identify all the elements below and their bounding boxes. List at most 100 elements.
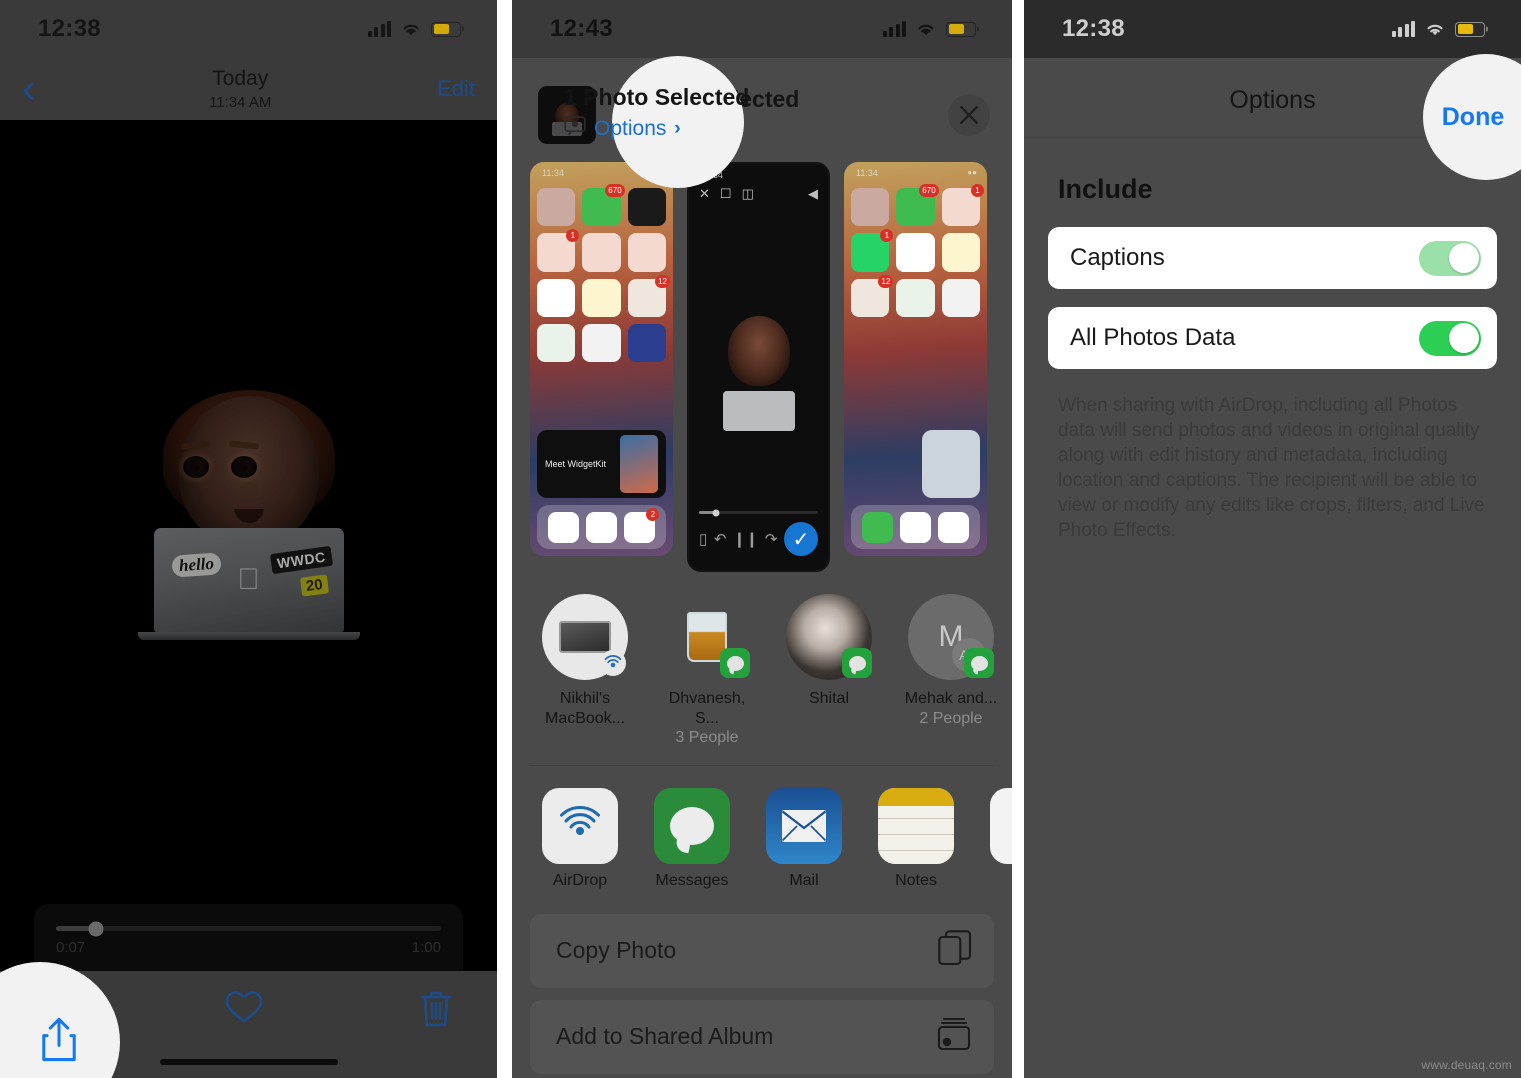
badge: 1 bbox=[566, 229, 580, 243]
music-icon bbox=[547, 511, 579, 543]
pip-icon: ☐ bbox=[719, 186, 732, 201]
app-icon bbox=[627, 188, 666, 227]
pause-icon: ❙❙ bbox=[733, 531, 759, 548]
watermark: www.deuaq.com bbox=[1421, 1058, 1512, 1072]
app-icon: 12 bbox=[627, 274, 670, 317]
app-icon bbox=[582, 278, 621, 317]
copy-icon bbox=[938, 930, 972, 971]
share-sheet: 1 Photo Selected Options › 11:3 bbox=[512, 64, 1012, 1078]
battery-icon bbox=[1455, 21, 1485, 37]
whatsapp-icon: 1 bbox=[851, 229, 894, 272]
thumb-status-icons: ●● bbox=[967, 168, 977, 177]
close-button[interactable] bbox=[948, 94, 990, 136]
badge: 670 bbox=[919, 184, 939, 197]
spotlight-title: 1 Photo Selected bbox=[564, 84, 750, 110]
widget-card: Meet WidgetKit bbox=[537, 430, 666, 498]
back-button[interactable]: ‹ bbox=[14, 69, 43, 109]
photo-thumbnail-row[interactable]: 11:34 ●● 670 1 12 bbox=[512, 162, 1012, 572]
row-all-photos-data[interactable]: All Photos Data bbox=[1048, 307, 1497, 369]
app-label: Rem bbox=[986, 872, 1012, 890]
options-link-highlighted[interactable]: Options bbox=[594, 117, 666, 141]
signal-bars-icon bbox=[882, 21, 906, 37]
selected-check-icon[interactable]: ✓ bbox=[784, 522, 818, 556]
live-photo-badge-icon bbox=[564, 116, 586, 141]
contact-name: Dhvanesh, S... bbox=[668, 690, 746, 727]
app-row[interactable]: AirDrop Messages Mail Notes bbox=[512, 766, 1012, 900]
app-item-messages[interactable]: Messages bbox=[650, 787, 734, 890]
contact-name: Mehak and... bbox=[904, 690, 998, 707]
video-laptop bbox=[722, 391, 795, 432]
app-icon bbox=[537, 323, 576, 363]
contact-item[interactable]: Dhvanesh, S... 3 People bbox=[658, 594, 756, 749]
app-icon bbox=[582, 323, 621, 363]
airdrop-icon bbox=[542, 787, 618, 864]
badge: 2 bbox=[646, 507, 660, 521]
share-icon[interactable] bbox=[38, 1015, 80, 1070]
video-progress bbox=[699, 509, 818, 516]
app-icon bbox=[582, 233, 621, 272]
status-icons bbox=[882, 21, 976, 37]
contact-item[interactable]: Nikhil's MacBook... bbox=[536, 594, 634, 749]
badge: 670 bbox=[605, 184, 625, 197]
notes-icon bbox=[878, 787, 954, 864]
page-title: Options bbox=[1229, 86, 1316, 114]
panel-share-sheet: 12:43 Today 1 Photo Selected bbox=[512, 0, 1012, 1078]
chrome-icon bbox=[585, 511, 617, 543]
app-item-notes[interactable]: Notes bbox=[874, 787, 958, 890]
signal-bars-icon bbox=[1391, 21, 1415, 37]
action-list[interactable]: Copy Photo Add to Shared Album bbox=[512, 900, 1012, 1074]
messages-badge-icon bbox=[842, 648, 872, 678]
captions-toggle[interactable] bbox=[1419, 240, 1481, 276]
app-item-reminders[interactable]: Rem bbox=[986, 787, 1012, 890]
contact-name: Nikhil's MacBook... bbox=[544, 690, 626, 727]
split-icon: ◫ bbox=[741, 186, 754, 201]
volume-icon: ◀ bbox=[808, 186, 818, 201]
thumb-time: 11:34 bbox=[542, 168, 564, 178]
action-add-shared-album[interactable]: Add to Shared Album bbox=[530, 999, 994, 1074]
row-label: All Photos Data bbox=[1070, 324, 1236, 351]
row-captions[interactable]: Captions bbox=[1048, 227, 1497, 289]
app-item-airdrop[interactable]: AirDrop bbox=[538, 787, 622, 890]
phone-icon bbox=[861, 511, 893, 543]
options-rows: Captions All Photos Data bbox=[1024, 227, 1521, 369]
status-time: 12:38 bbox=[1062, 15, 1125, 42]
chevron-right-icon[interactable]: › bbox=[674, 118, 680, 140]
options-description: When sharing with AirDrop, including all… bbox=[1058, 395, 1485, 542]
reminders-icon bbox=[990, 787, 1012, 864]
contact-item[interactable]: Shital bbox=[780, 594, 878, 749]
thumbnail-homescreen-2[interactable]: 11:34 ●● 670 1 1 12 bbox=[844, 162, 987, 556]
row-label: Captions bbox=[1070, 244, 1165, 271]
music-icon bbox=[899, 511, 931, 543]
edit-button[interactable]: Edit bbox=[437, 76, 475, 102]
video-bottom-controls: ▯ ↶ ❙❙ ↷ ✓ bbox=[699, 522, 818, 556]
status-icons bbox=[1391, 21, 1485, 37]
done-button-highlighted[interactable]: Done bbox=[1442, 103, 1505, 132]
app-icon bbox=[941, 278, 980, 317]
all-photos-data-toggle[interactable] bbox=[1419, 320, 1481, 356]
action-copy-photo[interactable]: Copy Photo bbox=[530, 913, 994, 988]
badge: 12 bbox=[878, 274, 894, 288]
action-label: Copy Photo bbox=[556, 937, 677, 964]
video-top-controls: ✕ ☐ ◫ ◀ bbox=[699, 186, 818, 202]
scrubber-track[interactable] bbox=[56, 921, 441, 936]
favorite-button[interactable] bbox=[224, 989, 264, 1030]
dock: 2 bbox=[537, 505, 666, 549]
status-bar: 12:43 bbox=[512, 0, 1012, 58]
contact-row[interactable]: Nikhil's MacBook... Dhvanesh, S... 3 Peo… bbox=[512, 572, 1012, 759]
contact-item[interactable]: M AH Mehak and... 2 People bbox=[902, 594, 1000, 749]
photo-canvas[interactable]:  hello WWDC 20 bbox=[0, 120, 497, 910]
delete-button[interactable] bbox=[419, 989, 453, 1034]
app-icon: 12 bbox=[851, 274, 894, 317]
badge: 1 bbox=[880, 229, 894, 243]
home-indicator bbox=[159, 1059, 338, 1065]
thumbnail-video-selected[interactable]: 11:34 ✕ ☐ ◫ ◀ ▯ ↶ ❙❙ ↷ ✓ bbox=[687, 162, 830, 572]
app-icon: 1 bbox=[941, 184, 984, 227]
spotlight-content-options: 1 Photo Selected Options › bbox=[564, 84, 794, 141]
panel-photo-viewer: 12:38 ‹ Today 11:34 AM Edit hello WWDC 2… bbox=[0, 0, 497, 1078]
app-item-mail[interactable]: Mail bbox=[762, 787, 846, 890]
app-icon bbox=[627, 233, 666, 272]
widget-label: Meet WidgetKit bbox=[545, 459, 607, 469]
thumbnail-homescreen-1[interactable]: 11:34 ●● 670 1 12 bbox=[530, 162, 673, 556]
scrubber-knob[interactable] bbox=[88, 921, 104, 936]
page-title: Today bbox=[212, 67, 269, 91]
